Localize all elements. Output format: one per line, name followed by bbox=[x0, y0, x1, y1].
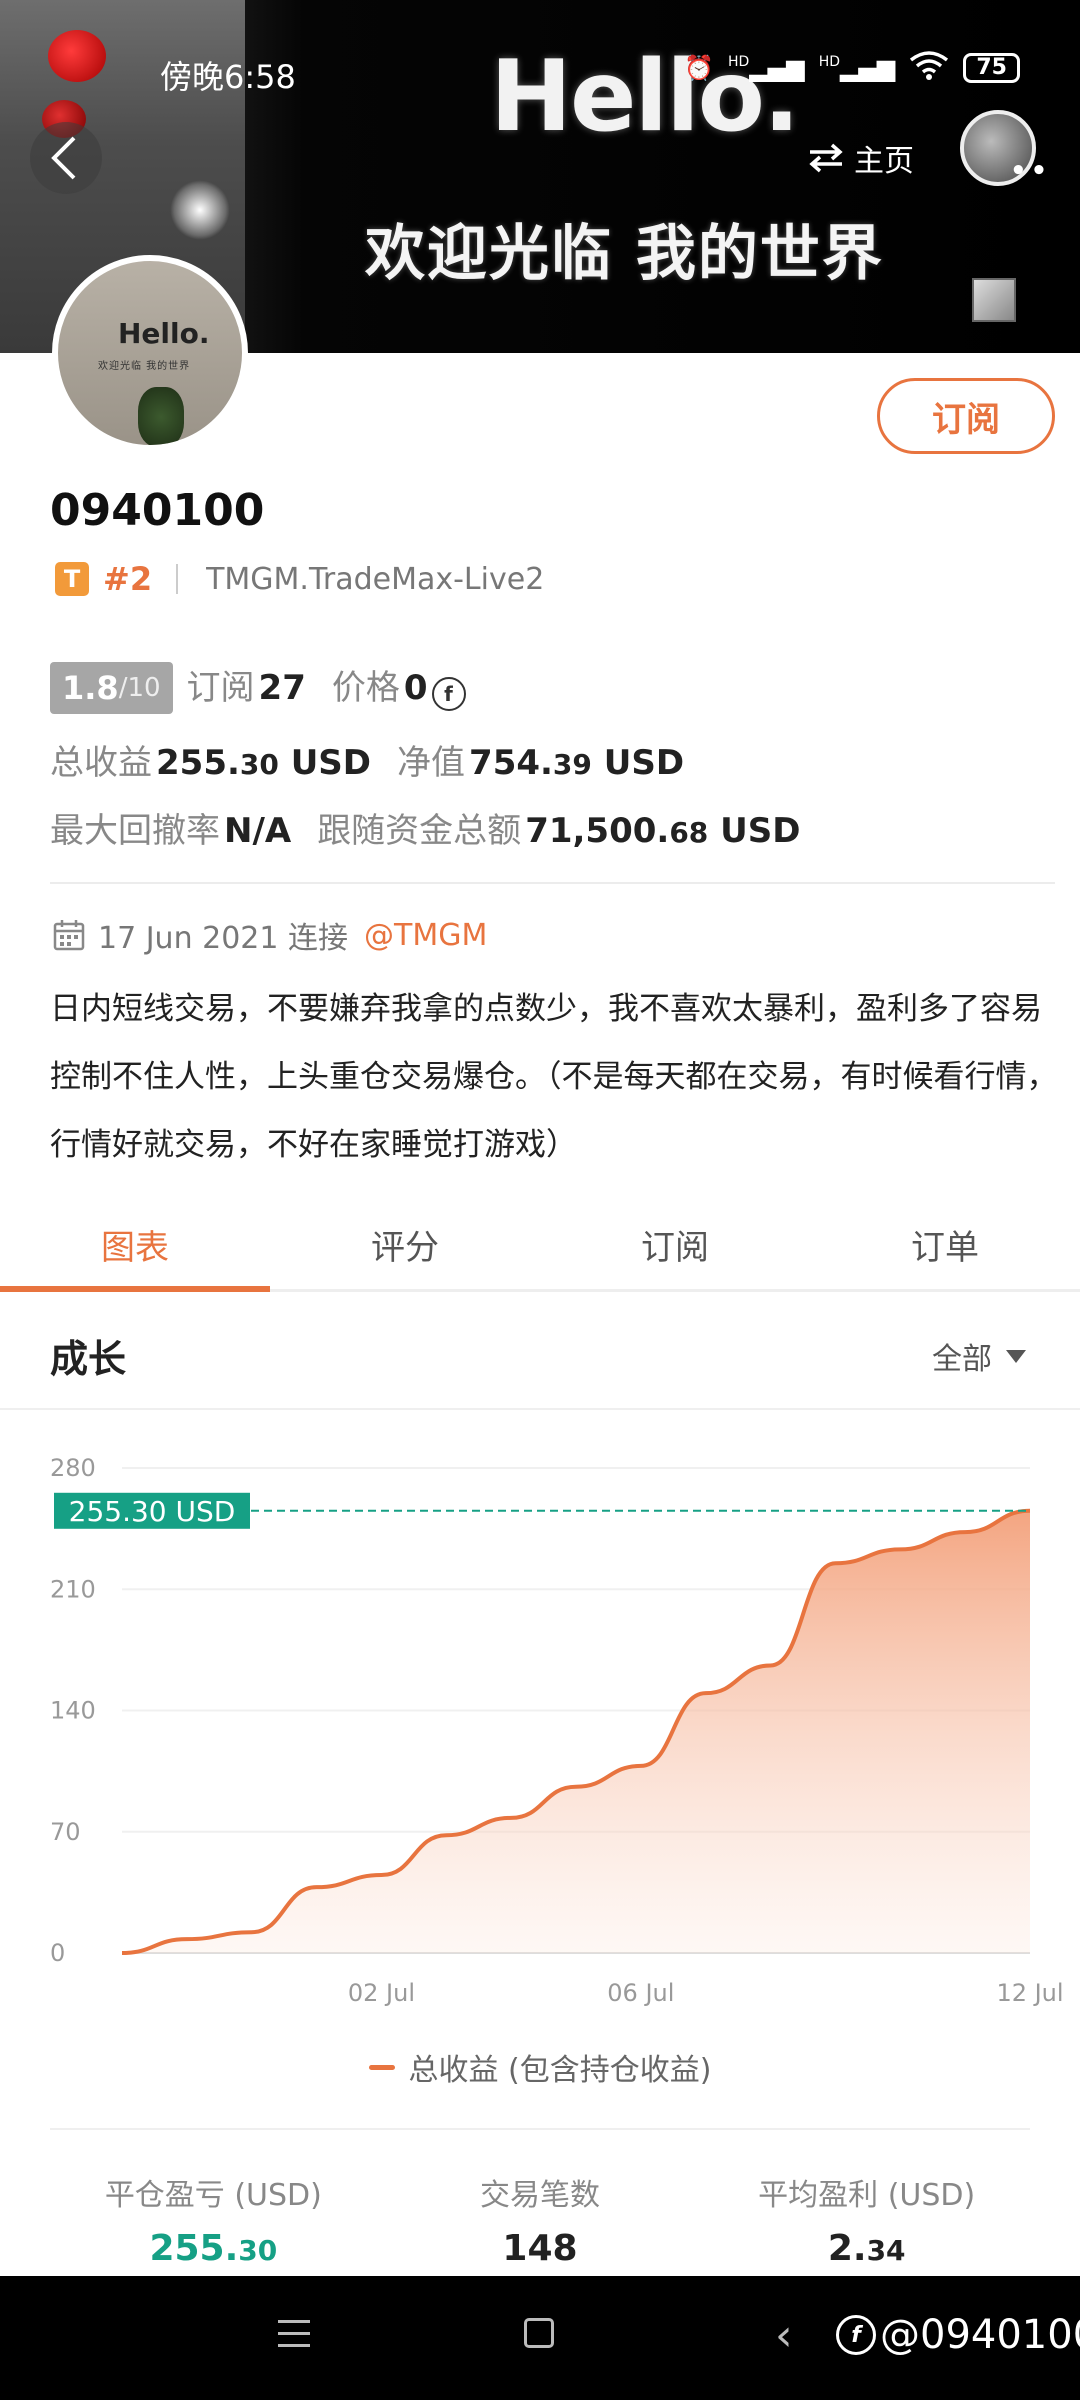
price-label: 价格 bbox=[331, 668, 400, 708]
watermark-text: @0940100 bbox=[880, 2312, 1080, 2358]
tab-bar: 图表 评分 订阅 订单 bbox=[0, 1200, 1080, 1292]
max-drawdown-value: N/A bbox=[224, 811, 292, 851]
status-time: 傍晚6:58 bbox=[160, 58, 296, 96]
banner-welcome-text: 欢迎光临 我的世界 bbox=[365, 219, 884, 289]
app-logo-icon: f bbox=[836, 2315, 876, 2355]
summary-closed-pnl: 平仓盈亏 (USD) 255.30 bbox=[50, 2130, 377, 2278]
equity-value: 754.39 USD bbox=[469, 743, 685, 783]
battery-icon: 75 bbox=[963, 53, 1020, 83]
avatar-text: Hello. bbox=[118, 317, 210, 350]
price-value: 0 bbox=[403, 668, 428, 708]
summary-value: 255.30 bbox=[149, 2228, 278, 2269]
max-drawdown-label: 最大回撤率 bbox=[50, 811, 220, 851]
plant-image bbox=[138, 387, 184, 445]
back-button[interactable] bbox=[30, 122, 102, 194]
x-tick-label: 06 Jul bbox=[607, 1979, 674, 2007]
tab-rating[interactable]: 评分 bbox=[270, 1200, 540, 1289]
summary-label: 交易笔数 bbox=[480, 2178, 600, 2213]
score-badge: 1.8/10 bbox=[50, 662, 173, 714]
home-label: 主页 bbox=[854, 144, 914, 179]
red-lantern-image bbox=[48, 30, 106, 82]
rank: #2 bbox=[103, 560, 153, 598]
growth-section-header: 成长 全部 bbox=[0, 1300, 1080, 1410]
lamp-light-image bbox=[170, 180, 230, 240]
avatar-subtext: 欢迎光临 我的世界 bbox=[98, 361, 191, 372]
tier-badge: T bbox=[55, 562, 89, 596]
x-tick-label: 02 Jul bbox=[348, 1979, 415, 2007]
summary-value: 2.34 bbox=[827, 2228, 906, 2269]
server-name: TMGM.TradeMax-Live2 bbox=[206, 561, 545, 597]
y-tick-label: 210 bbox=[50, 1575, 96, 1603]
username: 0940100 bbox=[50, 485, 265, 536]
connection-row: 17 Jun 2021 连接 @TMGM bbox=[52, 913, 487, 957]
back-icon[interactable]: ‹ bbox=[775, 2310, 793, 2361]
status-icons: ⏰ HD▂▄▆ HD▂▄▆ 75 bbox=[684, 50, 1020, 86]
menu-icon[interactable] bbox=[278, 2320, 310, 2356]
follow-funds-label: 跟随资金总额 bbox=[317, 811, 522, 851]
y-tick-label: 280 bbox=[50, 1454, 96, 1482]
equity-label: 净值 bbox=[397, 743, 466, 783]
growth-chart: 0 70 140 210 280 02 Jul 06 Jul 12 Jul 255.30 US… bbox=[50, 1454, 1064, 2007]
connection-date: 17 Jun 2021 连接 bbox=[98, 921, 349, 956]
subs-value: 27 bbox=[258, 668, 306, 708]
wifi-icon bbox=[909, 50, 949, 86]
broker-link[interactable]: @TMGM bbox=[364, 918, 487, 953]
tab-chart[interactable]: 图表 bbox=[0, 1200, 270, 1292]
section-title: 成长 bbox=[50, 1337, 127, 1381]
summary-avg-profit: 平均盈利 (USD) 2.34 bbox=[703, 2130, 1030, 2278]
chart-legend: 总收益 (包含持仓收益) bbox=[0, 2045, 1080, 2089]
divider bbox=[50, 882, 1055, 884]
x-tick-label: 12 Jul bbox=[996, 1979, 1063, 2007]
y-tick-label: 0 bbox=[50, 1939, 65, 1967]
caret-down-icon bbox=[1006, 1349, 1026, 1363]
profile-avatar: Hello. 欢迎光临 我的世界 bbox=[52, 255, 248, 451]
y-tick-label: 70 bbox=[50, 1818, 81, 1846]
signal-icon: HD▂▄▆ bbox=[728, 54, 805, 82]
watermark: f @0940100 bbox=[836, 2312, 1080, 2358]
current-value-label: 255.30 USD bbox=[69, 1495, 236, 1528]
stats-row-3: 最大回撤率 N/A 跟随资金总额 71,500.68 USD bbox=[50, 803, 800, 852]
stats-row-2: 总收益 255.30 USD 净值 754.39 USD bbox=[50, 735, 684, 784]
y-tick-label: 140 bbox=[50, 1697, 96, 1725]
total-profit-value: 255.30 USD bbox=[156, 743, 372, 783]
home-link[interactable]: 主页 bbox=[808, 136, 914, 180]
alarm-icon: ⏰ bbox=[684, 54, 714, 82]
system-nav-bar: ‹ f @0940100 bbox=[0, 2276, 1080, 2400]
divider bbox=[176, 564, 179, 594]
summary-trade-count: 交易笔数 148 bbox=[377, 2130, 704, 2278]
legend-label: 总收益 (包含持仓收益) bbox=[408, 2053, 712, 2088]
chevron-left-icon bbox=[51, 136, 76, 180]
coin-icon: f bbox=[431, 677, 466, 711]
follow-funds-value: 71,500.68 USD bbox=[525, 811, 801, 851]
range-dropdown[interactable]: 全部 bbox=[932, 1334, 1026, 1378]
rank-row: T #2 TMGM.TradeMax-Live2 bbox=[55, 560, 544, 598]
signal-icon: HD▂▄▆ bbox=[818, 54, 896, 82]
strategy-description: 日内短线交易，不要嫌弃我拿的点数少，我不喜欢太暴利，盈利多了容易控制不住人性，上… bbox=[50, 991, 1058, 1163]
subscribe-button[interactable]: 订阅 bbox=[877, 378, 1055, 454]
summary-stats: 平仓盈亏 (USD) 255.30 交易笔数 148 平均盈利 (USD) 2.… bbox=[50, 2128, 1030, 2278]
swap-icon bbox=[809, 143, 843, 173]
subs-label: 订阅 bbox=[186, 668, 255, 708]
more-icon[interactable]: •• bbox=[1010, 156, 1051, 186]
stats-row-1: 1.8/10 订阅 27 价格 0 f bbox=[50, 660, 466, 714]
total-profit-label: 总收益 bbox=[50, 743, 152, 783]
tab-orders[interactable]: 订单 bbox=[810, 1200, 1080, 1289]
summary-label: 平均盈利 (USD) bbox=[758, 2178, 976, 2213]
legend-swatch bbox=[368, 2064, 395, 2070]
series-area bbox=[122, 1510, 1030, 1953]
tab-subscriptions[interactable]: 订阅 bbox=[540, 1200, 810, 1289]
range-value: 全部 bbox=[932, 1342, 992, 1377]
home-icon[interactable] bbox=[524, 2318, 554, 2348]
summary-value: 148 bbox=[502, 2228, 578, 2269]
banner-thumbnail bbox=[972, 278, 1016, 322]
summary-label: 平仓盈亏 (USD) bbox=[104, 2178, 322, 2213]
calendar-icon bbox=[53, 920, 85, 951]
